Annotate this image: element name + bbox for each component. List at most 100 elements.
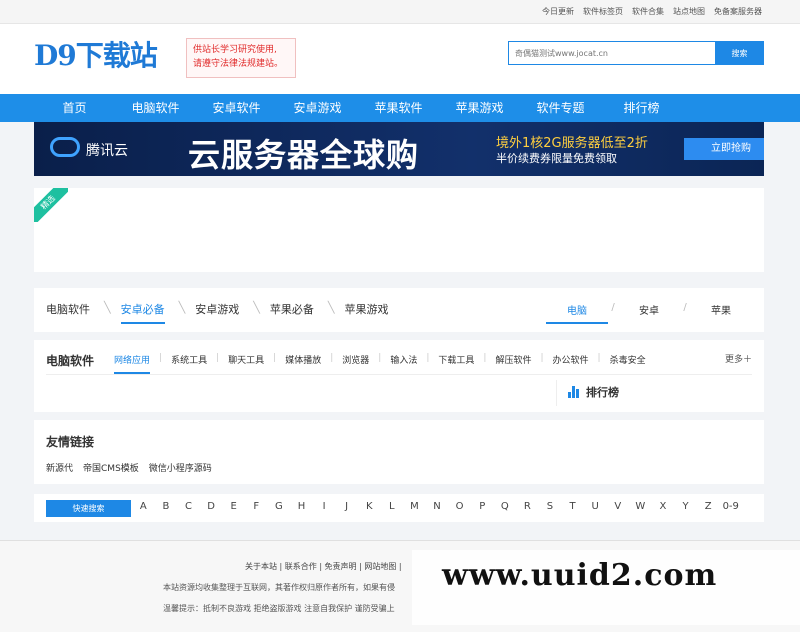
banner-brand: 腾讯云: [86, 143, 128, 159]
nav-item-android-games[interactable]: 安卓游戏: [277, 94, 358, 122]
alphabet-letter[interactable]: M: [403, 501, 426, 512]
alphabet-letter[interactable]: K: [358, 501, 381, 512]
site-logo[interactable]: D9下载站: [34, 34, 158, 74]
alphabet-letter[interactable]: U: [584, 501, 607, 512]
friend-links-title: 友情链接: [46, 435, 95, 449]
tab-separator: ╲: [178, 301, 186, 314]
friend-links-section: 友情链接 新源代 帝国CMS模板 微信小程序源码: [34, 420, 764, 484]
footer-links[interactable]: 关于本站 | 联系合作 | 免责声明 | 网站地图 |: [245, 561, 402, 572]
category-antivirus[interactable]: 杀毒安全: [610, 353, 646, 374]
alphabet-letter[interactable]: V: [606, 501, 629, 512]
category-input[interactable]: 输入法: [390, 353, 417, 374]
top-links: 今日更新 软件标签页 软件合集 站点地图 免备案服务器: [533, 6, 762, 17]
top-link-tags[interactable]: 软件标签页: [583, 6, 623, 17]
alphabet-letter[interactable]: A: [132, 501, 155, 512]
featured-ribbon: 精选: [34, 188, 68, 222]
friend-link[interactable]: 微信小程序源码: [149, 461, 212, 474]
tab-platform-pc[interactable]: 电脑: [546, 302, 608, 324]
top-link-today[interactable]: 今日更新: [542, 6, 574, 17]
cloud-icon: [50, 137, 80, 157]
alphabet-letter[interactable]: I: [313, 501, 336, 512]
notice-line-1: 供站长学习研究使用,: [193, 45, 277, 55]
alphabet-letter[interactable]: O: [448, 501, 471, 512]
nav-item-pc-software[interactable]: 电脑软件: [115, 94, 196, 122]
alphabet-letter[interactable]: R: [516, 501, 539, 512]
category-divider: |: [330, 353, 334, 363]
quick-search-button[interactable]: 快速搜索: [46, 500, 131, 517]
alphabet-letter[interactable]: W: [629, 501, 652, 512]
alphabet-letter[interactable]: X: [652, 501, 675, 512]
tab-platform-android[interactable]: 安卓: [618, 302, 680, 324]
search-form: 搜索: [508, 41, 764, 65]
alphabet-letter[interactable]: Q: [494, 501, 517, 512]
rank-divider: [556, 380, 557, 406]
search-input[interactable]: [508, 41, 715, 65]
category-download[interactable]: 下载工具: [438, 353, 474, 374]
alphabet-letter[interactable]: F: [245, 501, 268, 512]
nav-item-apple-games[interactable]: 苹果游戏: [439, 94, 520, 122]
banner-cta-button[interactable]: 立即抢购: [684, 138, 764, 160]
tab-separator: ╲: [104, 301, 111, 314]
category-divider: |: [378, 353, 382, 363]
alphabet-letter[interactable]: C: [177, 501, 200, 512]
alphabet-letter[interactable]: L: [381, 501, 404, 512]
friend-link[interactable]: 新源代: [46, 461, 73, 474]
category-system-tools[interactable]: 系统工具: [171, 353, 207, 374]
more-link[interactable]: 更多＋: [725, 352, 752, 365]
alphabet-letter[interactable]: D: [200, 501, 223, 512]
ad-banner[interactable]: 腾讯云 云服务器全球购 境外1核2G服务器低至2折 半价续费券限量免费领取 立即…: [34, 122, 764, 176]
alphabet-letter[interactable]: G: [268, 501, 291, 512]
alphabet-letter[interactable]: B: [155, 501, 178, 512]
alphabet-letters: A B C D E F G H I J K L M N O P Q R S T U V W X Y Z 0-9: [132, 501, 742, 512]
top-link-sitemap[interactable]: 站点地图: [673, 6, 705, 17]
category-divider: |: [159, 353, 163, 363]
alphabet-letter[interactable]: H: [290, 501, 313, 512]
tab-android-games[interactable]: 安卓游戏: [195, 301, 239, 324]
alphabet-letter[interactable]: E: [222, 501, 245, 512]
alphabet-letter[interactable]: N: [426, 501, 449, 512]
category-media[interactable]: 媒体播放: [285, 353, 321, 374]
category-divider: |: [426, 353, 430, 363]
featured-ribbon-label: 精选: [34, 188, 68, 222]
search-button[interactable]: 搜索: [715, 41, 764, 65]
nav-item-topics[interactable]: 软件专题: [520, 94, 601, 122]
tab-apple-essentials[interactable]: 苹果必备: [270, 301, 314, 324]
nav-item-ranking[interactable]: 排行榜: [601, 94, 682, 122]
category-chat[interactable]: 聊天工具: [228, 353, 264, 374]
nav-item-apple-software[interactable]: 苹果软件: [358, 94, 439, 122]
tab-android-essentials[interactable]: 安卓必备: [120, 301, 165, 324]
category-browser[interactable]: 浏览器: [342, 353, 369, 374]
tab-pc-software[interactable]: 电脑软件: [46, 301, 90, 324]
tab-separator: ╲: [253, 301, 260, 314]
alphabet-letter[interactable]: S: [539, 501, 562, 512]
nav-item-android-software[interactable]: 安卓软件: [196, 94, 277, 122]
alphabet-search: 快速搜索 A B C D E F G H I J K L M N O P Q R S T U V W X Y Z 0-9: [34, 494, 764, 522]
top-link-collections[interactable]: 软件合集: [632, 6, 664, 17]
alphabet-letter[interactable]: 0-9: [719, 501, 742, 512]
category-tabs: 电脑软件 ╲ 安卓必备 ╲ 安卓游戏 ╲ 苹果必备 ╲ 苹果游戏 电脑 / 安卓…: [34, 288, 764, 332]
alphabet-letter[interactable]: J: [335, 501, 358, 512]
alphabet-letter[interactable]: P: [471, 501, 494, 512]
alphabet-letter[interactable]: Y: [674, 501, 697, 512]
footer-copyright: 本站资源均收集整理于互联网，其著作权归原作者所有，如果有侵: [163, 583, 395, 592]
ranking-label: 排行榜: [586, 386, 619, 399]
featured-section: 精选: [34, 188, 764, 272]
watermark: www.uuid2.com: [412, 550, 800, 625]
tab-separator: ╲: [327, 301, 335, 314]
pc-software-section: 电脑软件 网络应用 | 系统工具 | 聊天工具 | 媒体播放 | 浏览器 | 输…: [34, 340, 764, 412]
category-office[interactable]: 办公软件: [553, 353, 589, 374]
category-network[interactable]: 网络应用: [114, 353, 151, 374]
category-unzip[interactable]: 解压软件: [495, 353, 531, 374]
tab-separator: /: [611, 302, 615, 313]
friend-link[interactable]: 帝国CMS模板: [83, 461, 139, 474]
tab-platform-apple[interactable]: 苹果: [690, 302, 752, 324]
nav-item-home[interactable]: 首页: [34, 94, 115, 122]
category-tabs-left: 电脑软件 ╲ 安卓必备 ╲ 安卓游戏 ╲ 苹果必备 ╲ 苹果游戏: [46, 301, 403, 324]
section-title: 电脑软件: [46, 354, 95, 368]
watermark-text: www.uuid2.com: [442, 558, 718, 593]
top-link-servers[interactable]: 免备案服务器: [714, 6, 762, 17]
alphabet-letter[interactable]: T: [561, 501, 584, 512]
bar-chart-icon: [568, 386, 580, 398]
alphabet-letter[interactable]: Z: [697, 501, 720, 512]
tab-apple-games[interactable]: 苹果游戏: [345, 301, 389, 324]
